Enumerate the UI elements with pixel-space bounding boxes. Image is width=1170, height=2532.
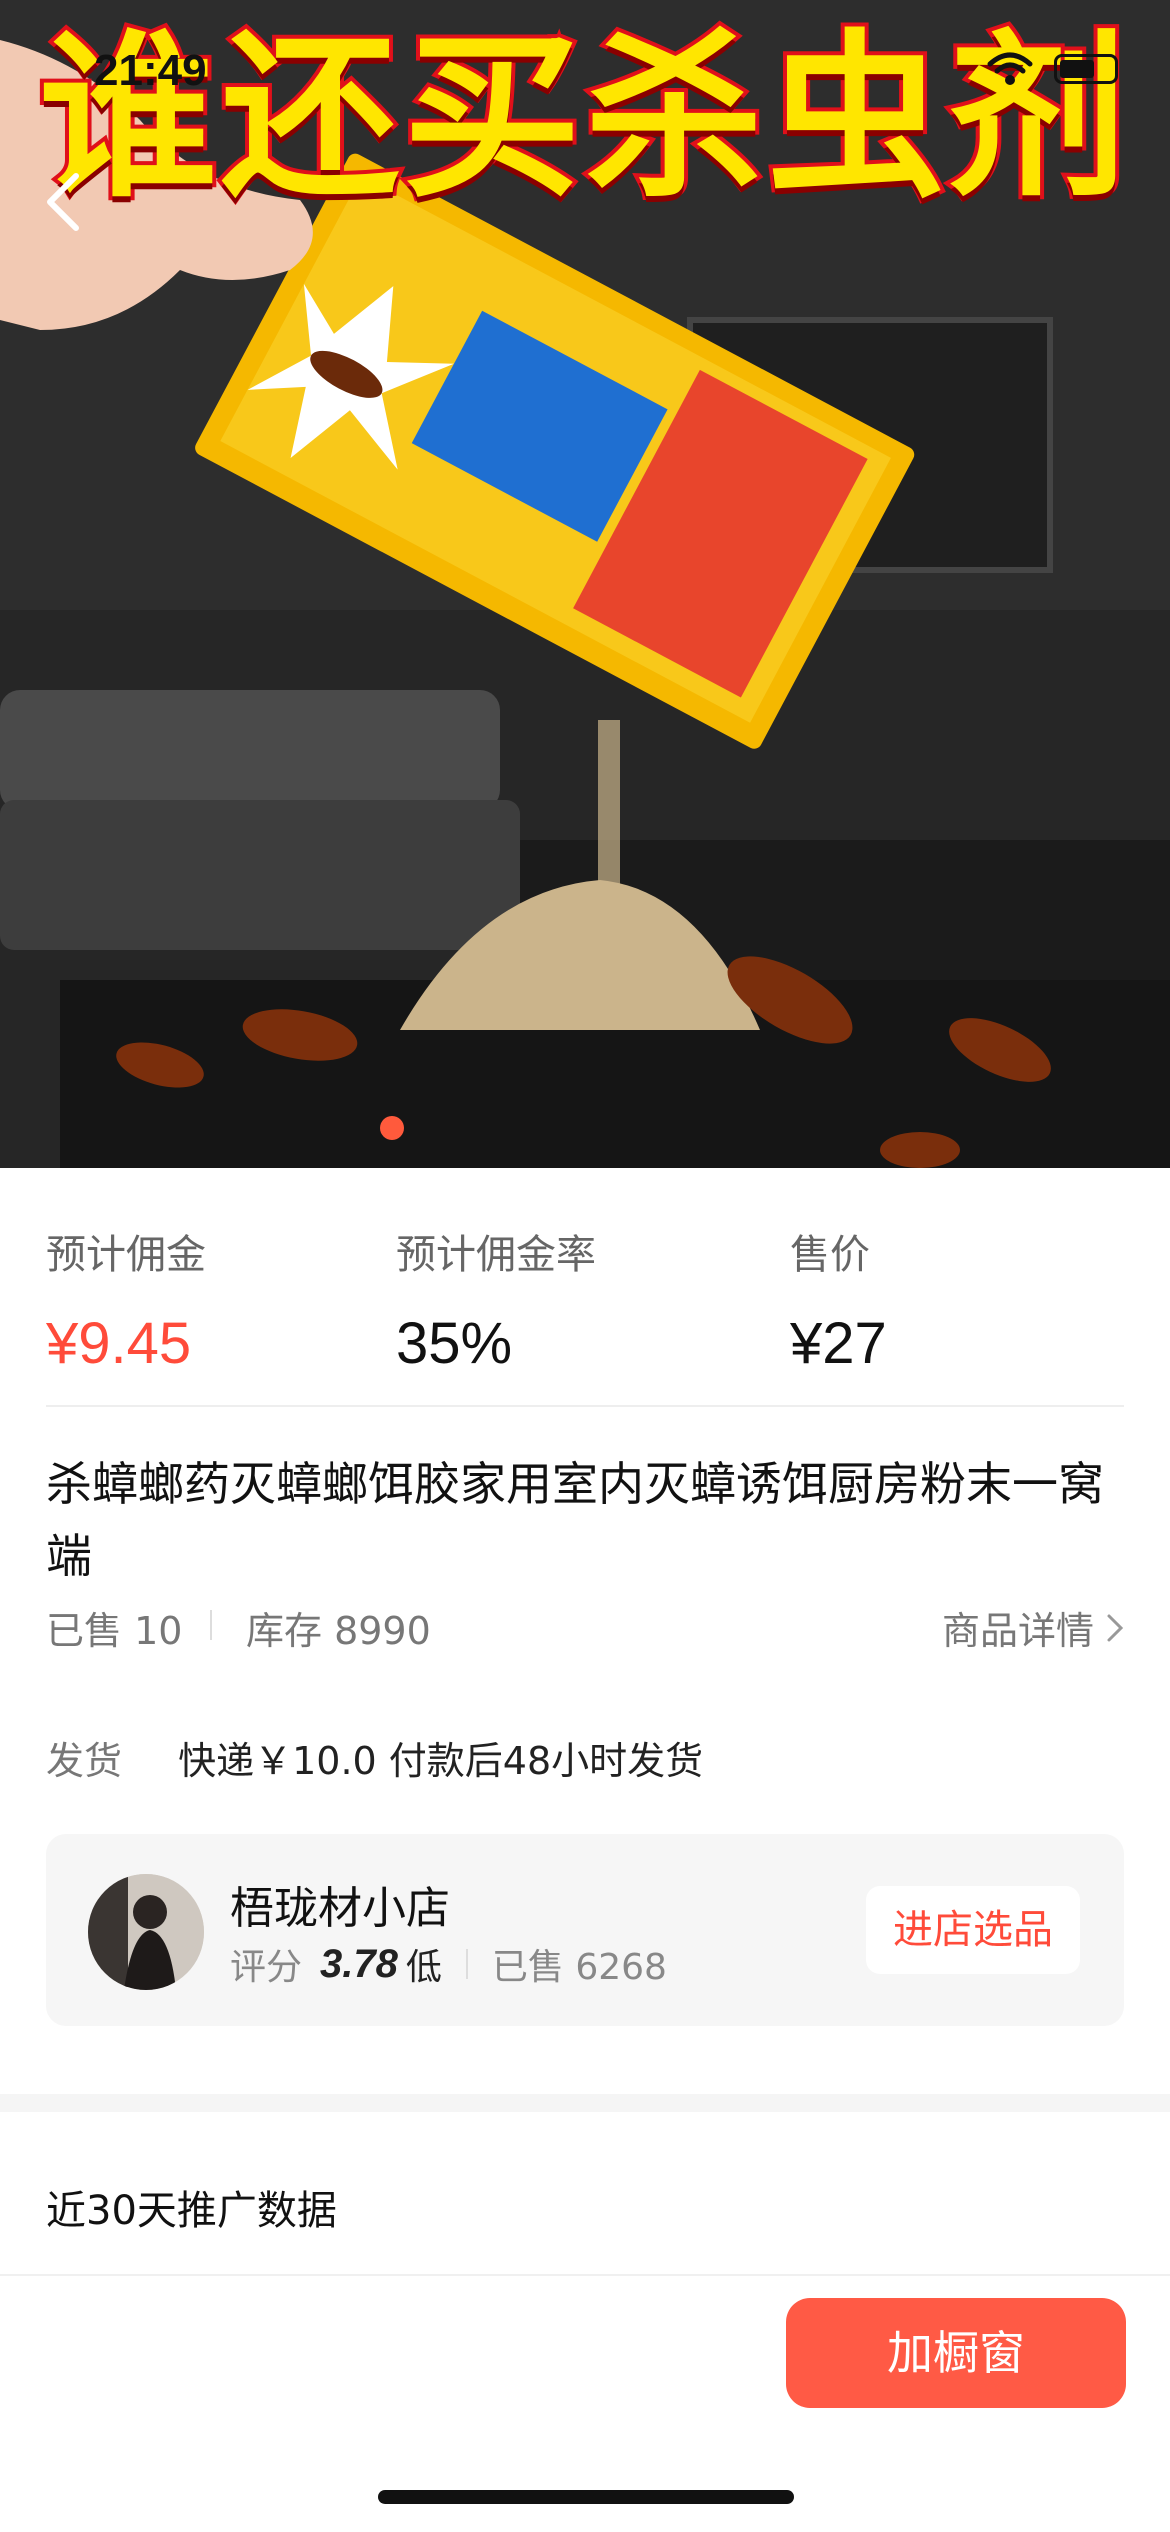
- section-gap: [0, 2094, 1170, 2112]
- home-indicator: [378, 2490, 794, 2504]
- battery-icon: [1054, 54, 1118, 84]
- avatar-image: [88, 1874, 204, 1990]
- stat-price: 售价 ¥27: [790, 1222, 887, 1377]
- enter-shop-button[interactable]: 进店选品: [866, 1886, 1080, 1974]
- shipping-info: 快递￥10.0 付款后48小时发货: [178, 1739, 704, 1783]
- shop-score: 3.78: [320, 1941, 398, 1986]
- promo-data-title[interactable]: 近30天推广数据: [46, 2178, 337, 2236]
- carousel-indicator-dot: [380, 1116, 404, 1140]
- stat-label: 预计佣金: [46, 1232, 206, 1278]
- stat-label: 售价: [790, 1232, 870, 1278]
- score-label: 评分: [230, 1947, 303, 1988]
- sold-count: 已售 10: [46, 1609, 183, 1653]
- product-detail-label: 商品详情: [941, 1609, 1094, 1653]
- status-time: 21:49: [94, 46, 207, 95]
- shipping-row: 发货 快递￥10.0 付款后48小时发货: [46, 1730, 703, 1785]
- wifi-icon: [987, 52, 1033, 85]
- stat-commission-rate: 预计佣金率 35%: [396, 1222, 596, 1377]
- shop-sold-count: 已售 6268: [491, 1947, 667, 1988]
- stat-value: ¥9.45: [46, 1311, 192, 1376]
- shop-stats: 评分 3.78 低 已售 6268: [230, 1938, 667, 1990]
- shop-avatar: [88, 1874, 204, 1990]
- divider: [210, 1610, 212, 1640]
- shop-name: 梧珑材小店: [230, 1883, 450, 1934]
- product-detail-link[interactable]: 商品详情: [942, 1600, 1124, 1655]
- chevron-right-icon: [1107, 1614, 1124, 1641]
- divider: [0, 2274, 1170, 2276]
- stat-commission: 预计佣金 ¥9.45: [46, 1222, 206, 1377]
- back-arrow-icon[interactable]: [40, 170, 92, 234]
- divider: [465, 1949, 468, 1979]
- status-icons: [986, 50, 1118, 88]
- stat-label: 预计佣金率: [396, 1232, 596, 1278]
- commission-stats: 预计佣金 ¥9.45 预计佣金率 35% 售价 ¥27: [46, 1222, 1126, 1402]
- product-title: 杀蟑螂药灭蟑螂饵胶家用室内灭蟑诱饵厨房粉末一窝端: [46, 1457, 1104, 1583]
- shipping-label: 发货: [46, 1739, 123, 1783]
- score-level: 低: [405, 1947, 442, 1988]
- stat-value: 35%: [396, 1311, 513, 1376]
- product-image-carousel[interactable]: 谁还买杀虫剂 21:49: [0, 0, 1170, 1168]
- divider: [46, 1405, 1124, 1407]
- shop-card[interactable]: 梧珑材小店 评分 3.78 低 已售 6268 进店选品: [46, 1834, 1124, 2026]
- product-meta-row: 已售 10 库存 8990 商品详情: [46, 1600, 1124, 1660]
- stat-value: ¥27: [790, 1311, 887, 1376]
- add-to-showcase-button[interactable]: 加橱窗: [786, 2298, 1126, 2408]
- stock-count: 库存 8990: [246, 1609, 431, 1653]
